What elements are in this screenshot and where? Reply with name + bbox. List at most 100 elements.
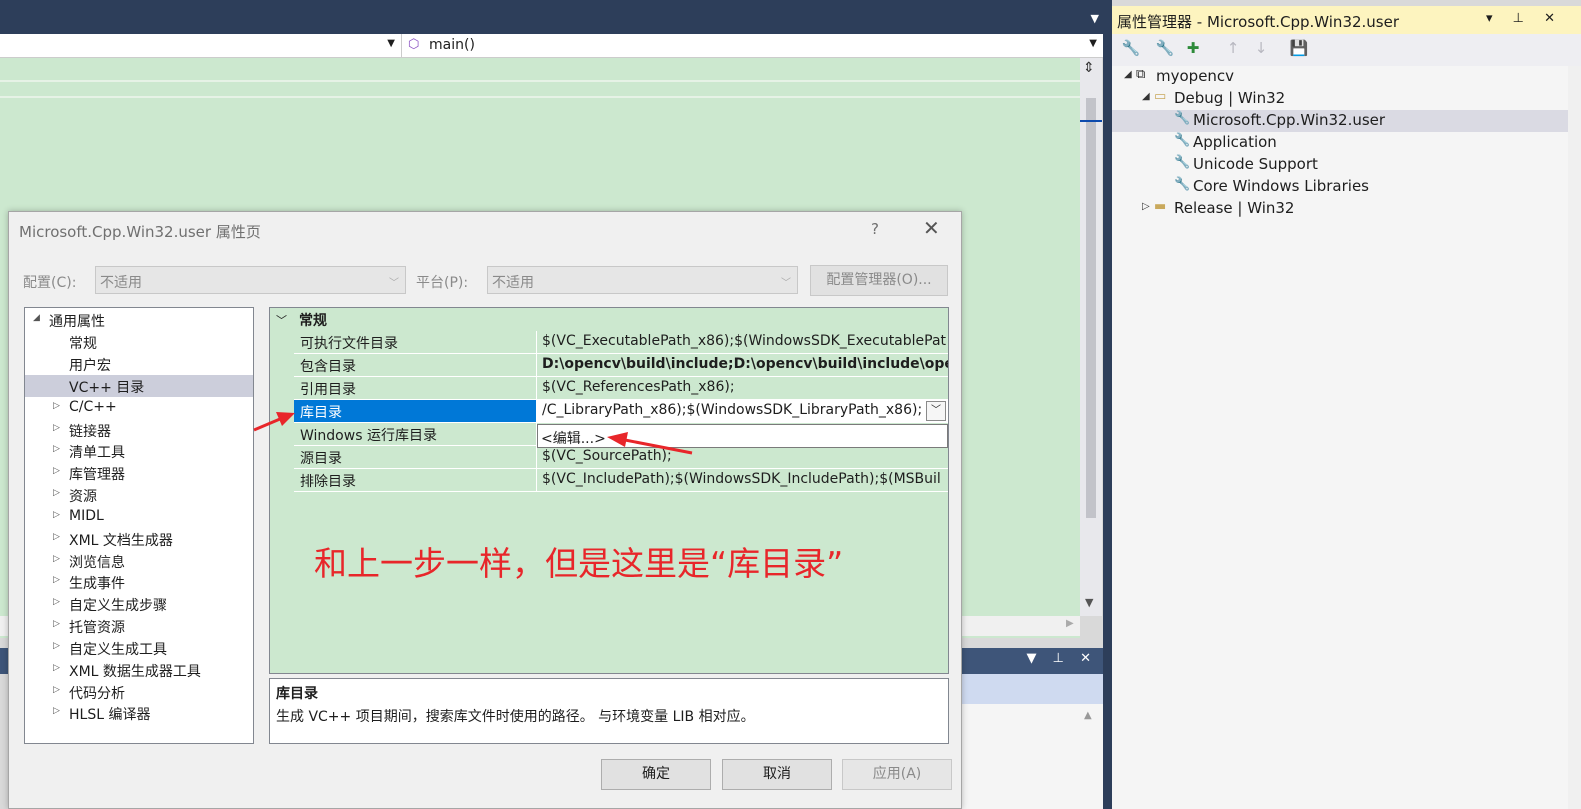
ok-button[interactable]: 确定 bbox=[601, 759, 711, 790]
tree-node-sheet[interactable]: 🔧 Application bbox=[1112, 132, 1568, 154]
property-value[interactable]: $(VC_IncludePath);$(WindowsSDK_IncludePa… bbox=[537, 469, 948, 492]
help-button[interactable]: ? bbox=[871, 220, 879, 238]
move-down-icon[interactable]: ↓ bbox=[1250, 39, 1272, 61]
tree-node-sheet[interactable]: 🔧 Core Windows Libraries bbox=[1112, 176, 1568, 198]
tree-group[interactable]: ▷ HLSL 编译器 bbox=[25, 702, 253, 724]
expand-icon[interactable]: ▷ bbox=[53, 575, 60, 585]
property-row[interactable]: 排除目录 $(VC_IncludePath);$(WindowsSDK_Incl… bbox=[270, 469, 948, 492]
property-manager-scrollbar[interactable] bbox=[1568, 66, 1581, 809]
property-value[interactable]: $(VC_ReferencesPath_x86); bbox=[537, 377, 948, 400]
tree-group[interactable]: ▷ XML 文档生成器 bbox=[25, 528, 253, 550]
panel-controls-icon[interactable]: ▾ ⊥ ✕ bbox=[1486, 11, 1563, 26]
scroll-right-icon[interactable]: ▶ bbox=[1066, 618, 1074, 629]
tree-node-project[interactable]: ◢ ⧉ myopencv bbox=[1112, 66, 1568, 88]
tree-node-sheet[interactable]: 🔧 Unicode Support bbox=[1112, 154, 1568, 176]
expand-icon[interactable]: ▷ bbox=[53, 510, 60, 520]
expand-icon[interactable]: ▷ bbox=[1142, 201, 1150, 212]
expand-icon[interactable]: ▷ bbox=[53, 619, 60, 629]
tree-group[interactable]: ▷ XML 数据生成器工具 bbox=[25, 659, 253, 681]
tree-item-label: 代码分析 bbox=[69, 686, 125, 702]
platform-select[interactable]: 不适用 ﹀ bbox=[487, 266, 798, 294]
tree-item-label: 生成事件 bbox=[69, 576, 125, 592]
property-value[interactable]: D:\opencv\build\include;D:\opencv\build\… bbox=[537, 354, 948, 377]
property-value[interactable]: $(VC_SourcePath); bbox=[537, 446, 948, 469]
split-icon[interactable]: ⇕ bbox=[1083, 60, 1095, 76]
tree-group[interactable]: ▷ MIDL bbox=[25, 506, 253, 528]
scope-selector[interactable]: ▼ bbox=[0, 34, 402, 57]
add-existing-sheet-icon[interactable]: 🔧 bbox=[1154, 39, 1176, 61]
property-row-library-dirs[interactable]: 库目录 /C_LibraryPath_x86);$(WindowsSDK_Lib… bbox=[270, 400, 948, 423]
tree-group[interactable]: ▷ 自定义生成步骤 bbox=[25, 593, 253, 615]
property-row[interactable]: 可执行文件目录 $(VC_ExecutablePath_x86);$(Windo… bbox=[270, 331, 948, 354]
config-manager-button[interactable]: 配置管理器(O)... bbox=[810, 265, 948, 296]
wrench-icon[interactable]: 🔧 bbox=[1120, 39, 1142, 61]
collapse-icon[interactable]: ◢ bbox=[1142, 91, 1150, 102]
wrench-icon: 🔧 bbox=[1174, 155, 1191, 170]
tree-group[interactable]: ▷ 生成事件 bbox=[25, 571, 253, 593]
tree-group[interactable]: ▷ 托管资源 bbox=[25, 615, 253, 637]
tree-node-sheet[interactable]: 🔧 Microsoft.Cpp.Win32.user bbox=[1112, 110, 1568, 132]
dock-splitter[interactable] bbox=[1103, 0, 1112, 809]
tree-item-label: XML 文档生成器 bbox=[69, 533, 173, 549]
editor-vertical-scrollbar[interactable]: ⇕ ▼ bbox=[1080, 58, 1102, 616]
expand-icon[interactable]: ▷ bbox=[53, 641, 60, 651]
tree-item-label: 自定义生成步骤 bbox=[69, 598, 167, 614]
config-select-value: 不适用 bbox=[100, 275, 142, 291]
tree-group[interactable]: ▷ 清单工具 bbox=[25, 440, 253, 462]
property-row[interactable]: 包含目录 D:\opencv\build\include;D:\opencv\b… bbox=[270, 354, 948, 377]
tree-group[interactable]: ▷ C/C++ bbox=[25, 397, 253, 419]
function-selector[interactable]: ⬡ main() ▼ bbox=[404, 34, 1103, 57]
expand-icon[interactable]: ▷ bbox=[53, 706, 60, 716]
scroll-down-icon[interactable]: ▼ bbox=[1085, 596, 1093, 609]
collapse-icon[interactable]: ◢ bbox=[33, 313, 40, 323]
property-name: Windows 运行库目录 bbox=[294, 423, 537, 446]
panel-controls-icon[interactable]: ▼ ⊥ ✕ bbox=[1027, 651, 1097, 666]
tree-group[interactable]: ▷ 链接器 bbox=[25, 419, 253, 441]
scroll-up-icon[interactable]: ▲ bbox=[1084, 710, 1092, 721]
tree-group[interactable]: ▷ 库管理器 bbox=[25, 462, 253, 484]
tree-item[interactable]: 用户宏 bbox=[25, 353, 253, 375]
property-row[interactable]: 源目录 $(VC_SourcePath); bbox=[270, 446, 948, 469]
tree-item[interactable]: 常规 bbox=[25, 331, 253, 353]
expand-icon[interactable]: ▷ bbox=[53, 488, 60, 498]
cancel-button[interactable]: 取消 bbox=[722, 759, 832, 790]
tree-node-debug[interactable]: ◢ ▭ Debug | Win32 bbox=[1112, 88, 1568, 110]
add-new-sheet-icon[interactable]: ✚ bbox=[1182, 39, 1204, 61]
chevron-down-icon: ▼ bbox=[1089, 38, 1097, 49]
tree-node-label: Microsoft.Cpp.Win32.user bbox=[1193, 111, 1386, 129]
config-select[interactable]: 不适用 ﹀ bbox=[95, 266, 406, 294]
tree-item-label: VC++ 目录 bbox=[69, 380, 145, 396]
collapse-icon[interactable]: ◢ bbox=[1124, 69, 1132, 80]
property-value[interactable]: /C_LibraryPath_x86);$(WindowsSDK_Library… bbox=[537, 400, 948, 423]
property-row[interactable]: 引用目录 $(VC_ReferencesPath_x86); bbox=[270, 377, 948, 400]
apply-button[interactable]: 应用(A) bbox=[842, 759, 952, 790]
tree-group[interactable]: ▷ 代码分析 bbox=[25, 681, 253, 703]
window-menu-dropdown-icon[interactable]: ▼ bbox=[1091, 12, 1099, 25]
expand-icon[interactable]: ▷ bbox=[53, 597, 60, 607]
move-up-icon[interactable]: ↑ bbox=[1222, 39, 1244, 61]
tree-group[interactable]: ▷ 浏览信息 bbox=[25, 550, 253, 572]
tree-item-common-properties[interactable]: ◢ 通用属性 bbox=[25, 309, 253, 331]
tree-item-label: XML 数据生成器工具 bbox=[69, 664, 201, 680]
tree-group[interactable]: ▷ 资源 bbox=[25, 484, 253, 506]
save-icon[interactable]: 💾 bbox=[1288, 39, 1310, 61]
expand-icon[interactable]: ▷ bbox=[53, 685, 60, 695]
expand-icon[interactable]: ▷ bbox=[53, 532, 60, 542]
category-row[interactable]: ﹀ 常规 bbox=[270, 308, 948, 331]
library-dirs-dropdown-button[interactable]: ﹀ bbox=[926, 401, 946, 421]
tree-group[interactable]: ▷ 自定义生成工具 bbox=[25, 637, 253, 659]
scrollbar-thumb[interactable] bbox=[1086, 98, 1096, 518]
close-button[interactable]: ✕ bbox=[923, 216, 940, 240]
expand-icon[interactable]: ▷ bbox=[53, 663, 60, 673]
expand-icon[interactable]: ▷ bbox=[53, 444, 60, 454]
tree-node-release[interactable]: ▷ ▬ Release | Win32 bbox=[1112, 198, 1568, 220]
property-value[interactable]: $(VC_ExecutablePath_x86);$(WindowsSDK_Ex… bbox=[537, 331, 948, 354]
expand-icon[interactable]: ▷ bbox=[53, 423, 60, 433]
expand-icon[interactable]: ▷ bbox=[53, 554, 60, 564]
edit-option[interactable]: <编辑...> bbox=[541, 428, 606, 448]
tree-node-label: Core Windows Libraries bbox=[1193, 177, 1369, 195]
expand-icon[interactable]: ▷ bbox=[53, 401, 60, 411]
expand-icon[interactable]: ▷ bbox=[53, 466, 60, 476]
collapse-chevron-icon[interactable]: ﹀ bbox=[276, 312, 287, 328]
tree-item-vc-directories[interactable]: VC++ 目录 bbox=[25, 375, 253, 397]
